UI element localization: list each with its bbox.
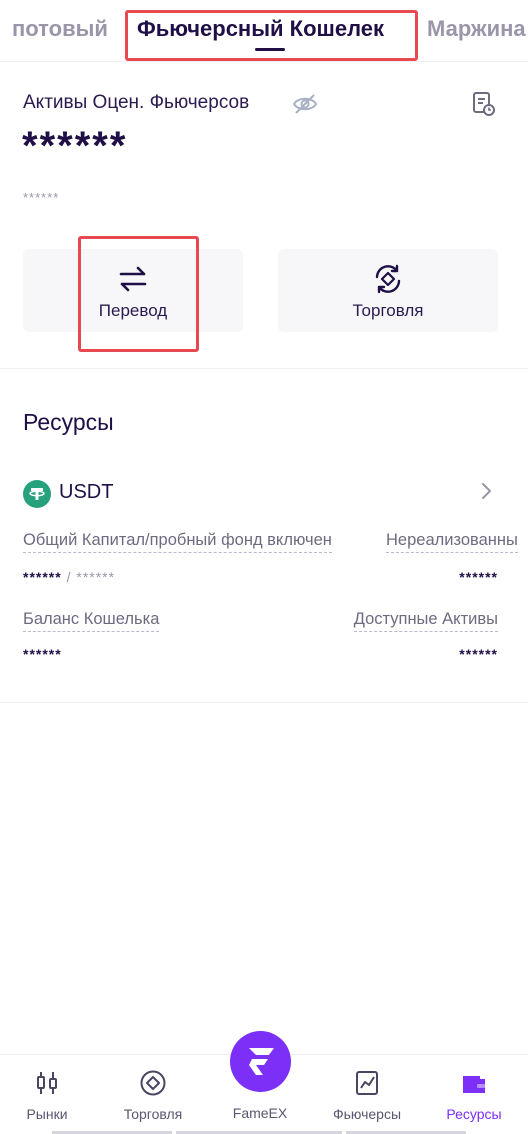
nav-futures-label: Фьючерсы (332, 1106, 402, 1122)
section-divider (0, 368, 528, 369)
total-capital-value: ****** / ****** (23, 569, 115, 585)
tether-icon (23, 480, 51, 508)
nav-markets-label: Рынки (26, 1106, 68, 1122)
trade-button[interactable]: Торговля (278, 249, 498, 332)
wallet-balance-value: ****** (23, 646, 62, 662)
records-icon[interactable] (471, 91, 497, 117)
chevron-right-icon[interactable] (478, 481, 494, 501)
nav-fameex-label: FameEX (232, 1105, 288, 1121)
total-capital-amount: ****** (23, 569, 62, 585)
highlight-box-transfer (78, 236, 199, 352)
assets-title: Активы Оцен. Фьючерсов (23, 92, 250, 113)
nav-futures[interactable]: Фьючерсы (322, 1069, 412, 1122)
trial-fund-amount: ****** (76, 569, 116, 585)
unrealized-pnl-value: ****** (459, 569, 498, 585)
tab-spot[interactable]: потовый (12, 16, 108, 42)
nav-trade[interactable]: Торговля (108, 1069, 198, 1122)
section-divider-bottom (0, 702, 528, 703)
tab-margin[interactable]: Маржина (427, 16, 526, 42)
coin-name[interactable]: USDT (59, 481, 113, 504)
wallet-balance-label[interactable]: Баланс Кошелька (23, 610, 160, 632)
unrealized-pnl-label[interactable]: Нереализованны (386, 531, 518, 553)
candlestick-icon (37, 1072, 57, 1094)
chart-icon (356, 1071, 378, 1095)
wallet-icon (463, 1076, 485, 1093)
trade-label: Торговля (352, 301, 424, 320)
eye-hidden-icon[interactable] (292, 93, 318, 115)
trade-exchange-icon (375, 264, 401, 294)
resources-title: Ресурсы (23, 409, 114, 435)
total-assets-value: ****** (22, 124, 128, 168)
total-capital-label[interactable]: Общий Капитал/пробный фонд включен (23, 531, 332, 553)
nav-markets[interactable]: Рынки (2, 1069, 92, 1122)
nav-fameex[interactable] (230, 1031, 291, 1092)
total-assets-sub-value: ****** (23, 190, 60, 205)
nav-trade-label: Торговля (123, 1106, 183, 1122)
nav-resources-label: Ресурсы (446, 1106, 502, 1122)
fameex-logo-icon (249, 1048, 274, 1075)
highlight-box-tab (125, 10, 418, 61)
nav-resources[interactable]: Ресурсы (429, 1069, 519, 1122)
trade-circle-icon (140, 1070, 166, 1096)
value-separator: / (66, 569, 72, 585)
available-assets-value: ****** (459, 646, 498, 662)
available-assets-label[interactable]: Доступные Активы (353, 610, 498, 632)
